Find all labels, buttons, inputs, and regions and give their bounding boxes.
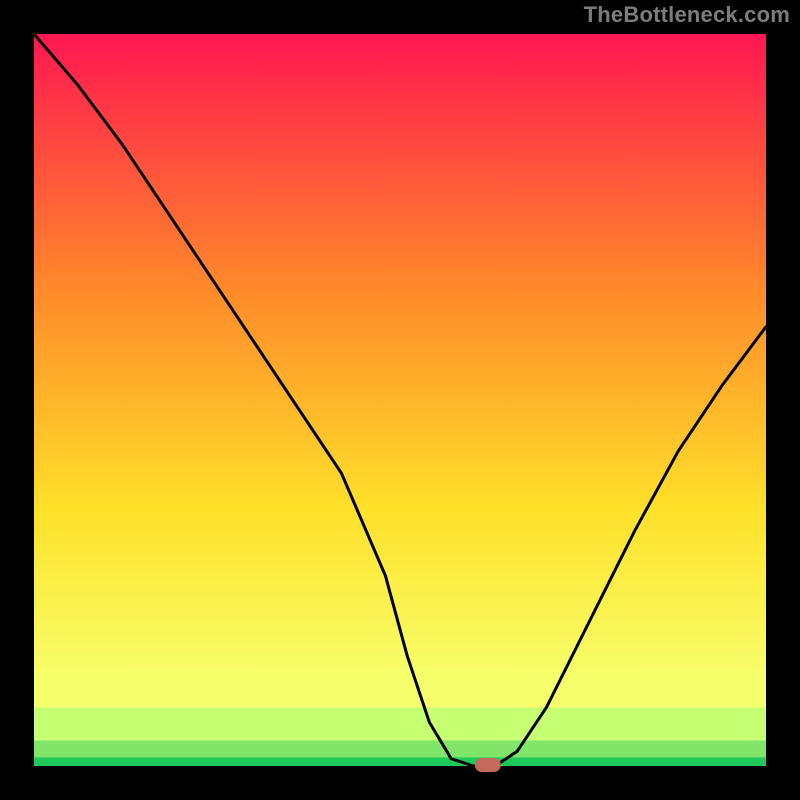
- chart-band-1: [34, 740, 766, 757]
- watermark-text: TheBottleneck.com: [584, 2, 790, 28]
- chart-band-2: [34, 707, 766, 740]
- chart-container: TheBottleneck.com: [0, 0, 800, 800]
- bottleneck-chart: [0, 0, 800, 800]
- chart-background: [34, 34, 766, 766]
- minimum-marker: [475, 758, 501, 772]
- chart-band-0: [34, 757, 766, 766]
